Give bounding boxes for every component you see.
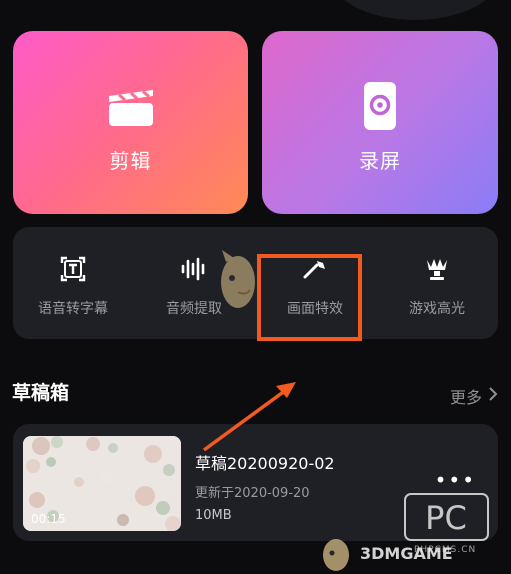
more-drafts-link[interactable]: 更多 [450,384,498,408]
chevron-right-icon [488,386,498,406]
watermark-site-text: 3DMGAME [360,543,453,563]
tool-speech-to-subtitle[interactable]: 语音转字幕 [13,227,133,339]
draft-thumbnail: 00:15 [23,436,181,531]
tool-game-highlights[interactable]: 游戏高光 [377,227,497,339]
watermark-site: 3DMGAME [316,532,511,574]
more-label: 更多 [449,388,482,407]
watermark-mascot [221,250,255,308]
clapperboard-icon [106,79,156,133]
more-options-icon[interactable]: ••• [435,468,476,492]
screen-record-card[interactable]: 录屏 [262,31,498,214]
waveform-icon [179,254,209,284]
background-arc [330,0,500,20]
trophy-icon [422,254,452,284]
text-box-icon [58,254,88,284]
screen-record-label: 录屏 [359,149,401,173]
draft-size: 10MB [195,508,232,523]
edit-label: 剪辑 [109,149,152,173]
draft-name: 草稿20200920-02 [195,454,335,473]
drafts-section-title: 草稿箱 [12,382,70,404]
draft-updated-date: 更新于2020-09-20 [195,486,310,501]
tool-label: 语音转字幕 [38,301,108,317]
tool-label: 音频提取 [166,301,222,317]
draft-duration: 00:15 [31,512,66,526]
tool-label: 游戏高光 [409,301,465,317]
annotation-highlight-box [257,254,362,341]
screen-record-icon [355,79,405,133]
watermark-mascot-small [323,539,349,571]
edit-card[interactable]: 剪辑 [13,31,248,214]
